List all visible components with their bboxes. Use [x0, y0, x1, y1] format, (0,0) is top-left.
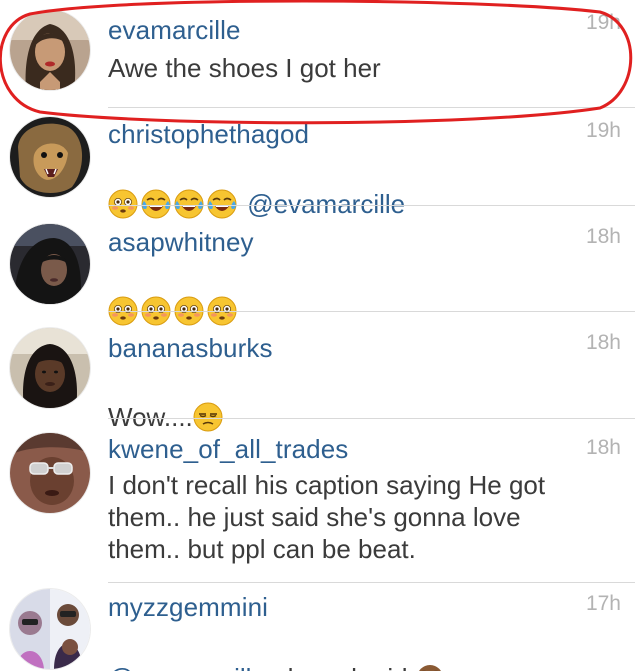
comment-row[interactable]: bananasburks 18h Wow....	[0, 312, 635, 432]
comment-body: oh gosh girl	[266, 663, 415, 671]
comment-row[interactable]: christophethagod 19h @evamarcille	[0, 108, 635, 219]
comments-list: evamarcille 19h Awe the shoes I got her …	[0, 0, 635, 671]
comment-timestamp: 17h	[585, 592, 621, 615]
comment-username[interactable]: myzzgemmini	[108, 592, 268, 622]
comment-row[interactable]: myzzgemmini 17h @evamarcille oh gosh gir…	[0, 583, 635, 671]
comment-username[interactable]: asapwhitney	[108, 227, 254, 257]
comment-timestamp: 18h	[585, 225, 621, 248]
mention-link[interactable]: @evamarcille	[108, 663, 266, 671]
comment-username[interactable]: kwene_of_all_trades	[108, 434, 348, 464]
comment-timestamp: 19h	[585, 119, 621, 142]
avatar-bananasburks[interactable]	[10, 328, 90, 408]
comment-text: @evamarcille oh gosh girl	[108, 630, 617, 671]
see-no-evil-monkey-icon	[415, 663, 445, 671]
comment-row[interactable]: evamarcille 19h Awe the shoes I got her	[0, 0, 635, 108]
comment-text: I don't recall his caption saying He got…	[108, 470, 546, 564]
avatar-asapwhitney[interactable]	[10, 224, 90, 304]
comment-username[interactable]: christophethagod	[108, 119, 309, 149]
avatar-evamarcille[interactable]	[10, 10, 90, 90]
avatar-christophethagod[interactable]	[10, 117, 90, 197]
avatar-myzzgemmini[interactable]	[10, 589, 90, 669]
comment-row[interactable]: asapwhitney 18h	[0, 206, 635, 326]
comment-timestamp: 18h	[585, 436, 621, 459]
comment-username[interactable]: bananasburks	[108, 333, 273, 363]
avatar-kwene_of_all_trades[interactable]	[10, 433, 90, 513]
comment-timestamp: 19h	[585, 11, 621, 34]
comment-row[interactable]: kwene_of_all_trades 18h I don't recall h…	[0, 419, 635, 583]
comment-username[interactable]: evamarcille	[108, 15, 241, 45]
comment-timestamp: 18h	[585, 331, 621, 354]
comment-text: Awe the shoes I got her	[108, 53, 381, 83]
